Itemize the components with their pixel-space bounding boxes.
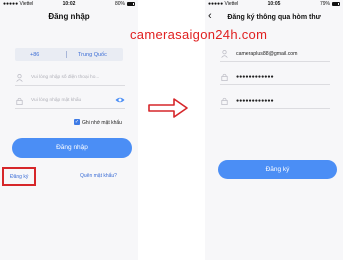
lock-icon <box>16 97 23 105</box>
battery-icon <box>332 2 340 6</box>
confirm-password-field[interactable]: ●●●●●●●●●●●● <box>220 93 330 109</box>
nav-bar: Đăng nhập <box>0 9 138 25</box>
battery-percent: 80% <box>114 1 125 7</box>
country-code: +86 <box>30 51 40 58</box>
eye-icon[interactable] <box>115 96 125 104</box>
remember-label: Ghi nhớ mật khẩu <box>82 119 122 126</box>
nav-bar: ‹ Đăng ký thông qua hòm thư <box>205 9 343 25</box>
confirm-password-value: ●●●●●●●●●●●● <box>236 98 274 104</box>
page-title: Đăng nhập <box>48 12 90 21</box>
phone-placeholder: Vui lòng nhập số điện thoại ho... <box>31 75 100 80</box>
battery-icon <box>127 2 135 6</box>
country-name: Trung Quốc <box>78 51 107 58</box>
password-field[interactable]: ●●●●●●●●●●●● <box>220 69 330 85</box>
password-placeholder: Vui lòng nhập mật khẩu <box>31 98 82 103</box>
status-bar: ●●●●● Viettel 10:02 80% <box>0 0 138 9</box>
status-bar: ●●●●● Viettel 10:05 79% <box>205 0 343 9</box>
checkbox-checked-icon[interactable]: ✓ <box>74 119 80 125</box>
battery-percent: 79% <box>319 1 330 7</box>
email-value: cameraplus88@gmail.com <box>236 51 298 57</box>
phone-input[interactable]: Vui lòng nhập số điện thoại ho... <box>15 70 125 86</box>
watermark-text: camerasaigon24h.com <box>130 27 268 42</box>
login-button[interactable]: Đăng nhập <box>12 138 132 158</box>
country-selector[interactable]: +86 Trung Quốc <box>15 48 123 61</box>
user-icon <box>16 74 23 82</box>
tutorial-image: ●●●●● Viettel 10:02 80% Đăng nhập +86 Tr… <box>0 0 345 260</box>
lock-icon <box>221 73 228 81</box>
register-link[interactable]: Đăng ký <box>10 174 28 180</box>
login-screen: ●●●●● Viettel 10:02 80% Đăng nhập +86 Tr… <box>0 0 138 260</box>
divider <box>66 51 67 58</box>
password-input[interactable]: Vui lòng nhập mật khẩu <box>15 93 125 109</box>
register-button[interactable]: Đăng ký <box>218 160 337 179</box>
lock-icon <box>221 97 228 105</box>
back-chevron-icon[interactable]: ‹ <box>208 9 212 24</box>
email-field[interactable]: cameraplus88@gmail.com <box>220 46 330 62</box>
forgot-password-link[interactable]: Quên mật khẩu? <box>80 173 117 179</box>
arrow-right-icon <box>148 98 188 118</box>
user-icon <box>221 50 228 58</box>
password-value: ●●●●●●●●●●●● <box>236 74 274 80</box>
page-title: Đăng ký thông qua hòm thư <box>227 14 321 21</box>
